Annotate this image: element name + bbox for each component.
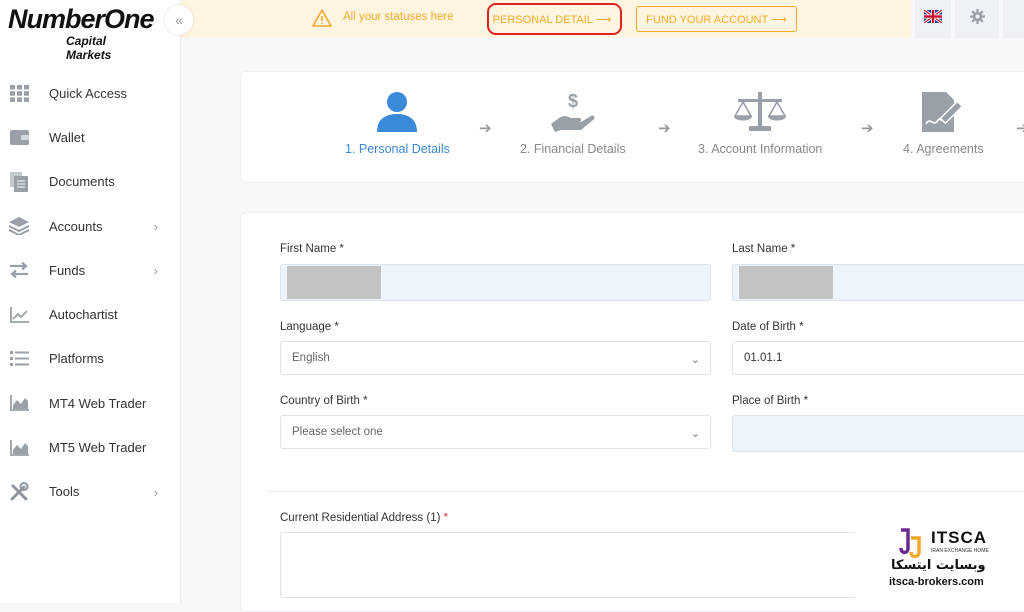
step-label: 1. Personal Details	[345, 142, 450, 156]
place-of-birth-label: Place of Birth *	[732, 395, 809, 407]
address-label-text: Current Residential Address (1)	[280, 512, 441, 524]
area-chart-icon	[9, 438, 29, 458]
language-selector[interactable]	[915, 0, 951, 38]
step-agreements[interactable]: 4. Agreements	[903, 90, 984, 156]
sidebar-item-wallet[interactable]: Wallet	[0, 115, 180, 159]
sidebar-collapse-button[interactable]: «	[165, 5, 193, 35]
itsca-persian-name: وبسایت ایتسکا	[891, 558, 986, 573]
chevron-down-icon: ⌄	[690, 354, 700, 366]
sidebar-item-label: MT5 Web Trader	[49, 440, 147, 456]
first-name-label: First Name *	[280, 243, 344, 255]
brand-subtitle: Capital Markets	[66, 34, 112, 62]
sidebar-item-label: MT4 Web Trader	[49, 395, 147, 411]
place-of-birth-input[interactable]	[732, 415, 1024, 452]
arrow-right-icon: ➔	[658, 120, 671, 137]
country-placeholder: Please select one	[292, 426, 383, 438]
sidebar-item-label: Tools	[49, 484, 80, 500]
settings-button[interactable]	[955, 0, 999, 38]
sidebar-item-label: Documents	[49, 174, 115, 190]
onboarding-steps: 1. Personal Details ➔ $ 2. Financial Det…	[240, 71, 1024, 183]
top-bar: All your statuses here PERSONAL DETAIL ⟶…	[181, 0, 1024, 38]
sidebar-item-label: Autochartist	[49, 307, 118, 323]
sidebar-item-mt4-web-trader[interactable]: MT4 Web Trader	[0, 381, 180, 425]
itsca-watermark: ITSCA IRAN EXCHANGE HOME وبسایت ایتسکا i…	[855, 518, 1015, 598]
country-of-birth-label: Country of Birth *	[280, 395, 368, 407]
sidebar-item-documents[interactable]: Documents	[0, 160, 180, 204]
step-personal-details[interactable]: 1. Personal Details	[345, 90, 450, 156]
itsca-brand: ITSCA	[931, 528, 987, 547]
user-icon	[345, 90, 450, 134]
svg-text:$: $	[568, 91, 578, 111]
language-value: English	[292, 352, 330, 364]
uk-flag-icon	[923, 8, 943, 28]
step-account-information[interactable]: 3. Account Information	[698, 90, 822, 156]
last-name-label: Last Name *	[732, 243, 796, 255]
sidebar: NumberOne Capital Markets Quick Access W…	[0, 0, 181, 603]
language-label: Language *	[280, 321, 339, 333]
itsca-logo-icon	[899, 528, 921, 558]
profile-button[interactable]	[1003, 0, 1024, 38]
chevron-down-icon: ⌄	[690, 428, 700, 440]
sidebar-item-funds[interactable]: Funds ›	[0, 248, 180, 292]
chart-line-icon	[9, 305, 29, 325]
address-label: Current Residential Address (1) *	[280, 512, 448, 524]
date-of-birth-input[interactable]: 01.01.1	[732, 341, 1024, 375]
address-input[interactable]	[280, 532, 880, 598]
step-label: 2. Financial Details	[520, 142, 626, 156]
sidebar-item-tools[interactable]: Tools ›	[0, 470, 180, 514]
arrow-right-icon: ➔	[479, 120, 492, 137]
itsca-url: itsca-brokers.com	[889, 576, 984, 588]
wallet-icon	[9, 127, 29, 147]
required-mark: *	[443, 512, 449, 524]
fund-account-button[interactable]: FUND YOUR ACCOUNT ⟶	[636, 6, 797, 32]
sidebar-item-accounts[interactable]: Accounts ›	[0, 204, 180, 248]
chevron-right-icon: ›	[153, 218, 158, 234]
arrow-right-icon: ➔	[1016, 120, 1024, 137]
sidebar-item-label: Funds	[49, 262, 86, 278]
documents-icon	[9, 171, 29, 192]
redacted-value	[287, 266, 381, 299]
sidebar-item-label: Quick Access	[49, 85, 128, 101]
money-hand-icon: $	[520, 90, 626, 134]
date-of-birth-value: 01.01.1	[744, 352, 783, 364]
redacted-value	[739, 266, 833, 299]
sidebar-item-label: Wallet	[49, 129, 85, 145]
sidebar-item-autochartist[interactable]: Autochartist	[0, 292, 180, 336]
gear-icon	[969, 9, 985, 29]
chevron-right-icon: ›	[153, 484, 158, 500]
arrow-right-icon: ➔	[861, 120, 874, 137]
scales-icon	[698, 90, 822, 134]
personal-detail-button[interactable]: PERSONAL DETAIL ⟶	[490, 6, 614, 32]
warning-icon	[312, 9, 332, 32]
sidebar-item-mt5-web-trader[interactable]: MT5 Web Trader	[0, 425, 180, 469]
grid-icon	[9, 83, 29, 103]
signed-document-icon	[903, 90, 984, 134]
step-label: 4. Agreements	[903, 142, 984, 156]
chevron-right-icon: ›	[153, 263, 158, 279]
country-of-birth-select[interactable]: Please select one ⌄	[280, 415, 711, 449]
sidebar-item-label: Platforms	[49, 351, 104, 367]
sidebar-item-platforms[interactable]: Platforms	[0, 337, 180, 381]
layers-icon	[9, 216, 29, 236]
notice-text: All your statuses here	[343, 11, 454, 23]
step-financial-details[interactable]: $ 2. Financial Details	[520, 90, 626, 156]
language-select[interactable]: English ⌄	[280, 341, 711, 375]
list-icon	[9, 349, 29, 369]
section-divider	[268, 491, 1024, 492]
tools-icon	[9, 481, 29, 502]
area-chart-icon	[9, 393, 29, 413]
date-of-birth-label: Date of Birth *	[732, 321, 804, 333]
sidebar-nav: Quick Access Wallet Documents Accounts ›	[0, 71, 180, 514]
step-label: 3. Account Information	[698, 142, 823, 156]
brand-name: NumberOne	[8, 4, 155, 34]
status-notice-bar: All your statuses here PERSONAL DETAIL ⟶…	[181, 0, 911, 38]
sidebar-item-label: Accounts	[49, 218, 103, 234]
transfer-icon	[9, 260, 29, 280]
brand-logo[interactable]: NumberOne Capital Markets	[8, 4, 155, 62]
sidebar-item-quick-access[interactable]: Quick Access	[0, 71, 180, 115]
last-name-input[interactable]	[732, 264, 1024, 301]
double-chevron-left-icon: «	[175, 12, 183, 28]
first-name-input[interactable]	[280, 264, 711, 301]
itsca-tagline: IRAN EXCHANGE HOME	[931, 548, 989, 554]
